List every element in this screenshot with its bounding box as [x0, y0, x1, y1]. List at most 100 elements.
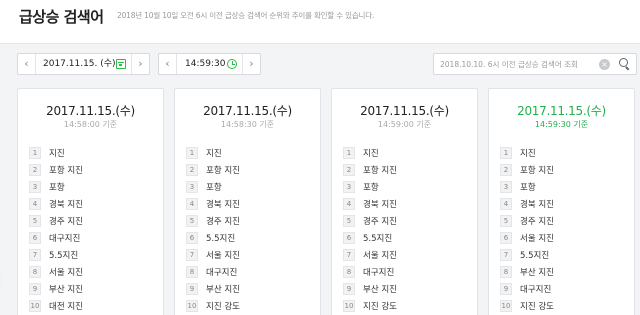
keyword-link[interactable]: 포항 지진 [520, 164, 554, 176]
keyword-link[interactable]: 부산 지진 [49, 283, 83, 295]
keyword-link[interactable]: 포항 [206, 181, 222, 193]
rank-badge: 7 [343, 249, 355, 261]
list-item[interactable]: 7 서울 지진 [186, 248, 314, 265]
keyword-link[interactable]: 지진 강도 [363, 300, 397, 312]
list-item[interactable]: 8 대구지진 [343, 265, 471, 282]
keyword-link[interactable]: 지진 강도 [206, 300, 240, 312]
list-item[interactable]: 9 부산 지진 [343, 282, 471, 299]
list-item[interactable]: 6 5.5지진 [343, 231, 471, 248]
list-item[interactable]: 8 대구지진 [186, 265, 314, 282]
keyword-link[interactable]: 서울 지진 [363, 249, 397, 261]
list-item[interactable]: 10 지진 강도 [343, 299, 471, 315]
keyword-link[interactable]: 대구지진 [49, 232, 80, 244]
time-prev-button[interactable]: ‹ [159, 54, 177, 74]
rank-badge: 3 [343, 181, 355, 193]
keyword-link[interactable]: 지진 [206, 147, 222, 159]
keyword-link[interactable]: 포항 [363, 181, 379, 193]
list-item[interactable]: 5 경주 지진 [186, 214, 314, 231]
keyword-link[interactable]: 경주 지진 [206, 215, 240, 227]
keyword-link[interactable]: 경주 지진 [49, 215, 83, 227]
list-item[interactable]: 10 지진 강도 [500, 299, 628, 315]
clear-icon[interactable]: × [599, 59, 610, 70]
search-icon[interactable] [619, 58, 629, 68]
keyword-link[interactable]: 부산 지진 [206, 283, 240, 295]
keyword-link[interactable]: 5.5지진 [520, 249, 549, 261]
list-item[interactable]: 2 포항 지진 [343, 163, 471, 180]
keyword-link[interactable]: 5.5지진 [363, 232, 392, 244]
list-item[interactable]: 2 포항 지진 [186, 163, 314, 180]
list-item[interactable]: 3 포항 [29, 180, 157, 197]
list-item[interactable]: 9 대구지진 [500, 282, 628, 299]
keyword-link[interactable]: 지진 강도 [520, 300, 554, 312]
search-input[interactable] [440, 57, 595, 71]
list-item[interactable]: 8 서울 지진 [29, 265, 157, 282]
list-item[interactable]: 9 부산 지진 [29, 282, 157, 299]
time-next-button[interactable]: › [242, 54, 260, 74]
keyword-link[interactable]: 대전 지진 [49, 300, 83, 312]
list-item[interactable]: 10 지진 강도 [186, 299, 314, 315]
list-item[interactable]: 3 포항 [343, 180, 471, 197]
keyword-link[interactable]: 경북 지진 [206, 198, 240, 210]
list-item[interactable]: 5 경주 지진 [29, 214, 157, 231]
list-item[interactable]: 5 경주 지진 [343, 214, 471, 231]
keyword-link[interactable]: 포항 지진 [49, 164, 83, 176]
keyword-link[interactable]: 경북 지진 [49, 198, 83, 210]
list-item[interactable]: 4 경북 지진 [500, 197, 628, 214]
list-item[interactable]: 4 경북 지진 [343, 197, 471, 214]
keyword-link[interactable]: 지진 [520, 147, 536, 159]
card-time: 14:59:00 기준 [377, 120, 432, 129]
list-item[interactable]: 2 포항 지진 [500, 163, 628, 180]
keyword-link[interactable]: 대구지진 [206, 266, 237, 278]
keyword-link[interactable]: 5.5지진 [49, 249, 78, 261]
list-item[interactable]: 6 5.5지진 [186, 231, 314, 248]
clock-icon[interactable] [227, 59, 237, 69]
rank-badge: 1 [500, 147, 512, 159]
keyword-link[interactable]: 부산 지진 [520, 266, 554, 278]
list-item[interactable]: 3 포항 [500, 180, 628, 197]
list-item[interactable]: 1 지진 [29, 146, 157, 163]
list-item[interactable]: 10 대전 지진 [29, 299, 157, 315]
date-value[interactable]: 2017.11.15. (수) [43, 54, 116, 74]
list-item[interactable]: 9 부산 지진 [186, 282, 314, 299]
list-item[interactable]: 4 경북 지진 [186, 197, 314, 214]
rank-badge: 5 [29, 215, 41, 227]
keyword-link[interactable]: 포항 지진 [363, 164, 397, 176]
rank-badge: 1 [29, 147, 41, 159]
keyword-link[interactable]: 포항 [520, 181, 536, 193]
calendar-icon[interactable] [116, 59, 126, 69]
list-item[interactable]: 6 대구지진 [29, 231, 157, 248]
list-item[interactable]: 1 지진 [343, 146, 471, 163]
list-item[interactable]: 8 부산 지진 [500, 265, 628, 282]
list-item[interactable]: 7 5.5지진 [500, 248, 628, 265]
keyword-link[interactable]: 부산 지진 [363, 283, 397, 295]
card-date: 2017.11.15.(수) [517, 104, 606, 118]
keyword-link[interactable]: 경주 지진 [363, 215, 397, 227]
keyword-link[interactable]: 대구지진 [363, 266, 394, 278]
keyword-link[interactable]: 지진 [363, 147, 379, 159]
list-item[interactable]: 3 포항 [186, 180, 314, 197]
list-item[interactable]: 7 5.5지진 [29, 248, 157, 265]
keyword-link[interactable]: 5.5지진 [206, 232, 235, 244]
list-item[interactable]: 6 서울 지진 [500, 231, 628, 248]
keyword-link[interactable]: 경북 지진 [363, 198, 397, 210]
keyword-link[interactable]: 경주 지진 [520, 215, 554, 227]
list-item[interactable]: 7 서울 지진 [343, 248, 471, 265]
keyword-link[interactable]: 대구지진 [520, 283, 551, 295]
list-item[interactable]: 2 포항 지진 [29, 163, 157, 180]
list-item[interactable]: 1 지진 [186, 146, 314, 163]
date-prev-button[interactable]: ‹ [18, 54, 36, 74]
keyword-link[interactable]: 지진 [49, 147, 65, 159]
keyword-link[interactable]: 포항 [49, 181, 65, 193]
time-value[interactable]: 14:59:30 [185, 54, 225, 74]
keyword-link[interactable]: 서울 지진 [206, 249, 240, 261]
chevron-left-icon[interactable]: ‹ [0, 272, 6, 302]
keyword-link[interactable]: 서울 지진 [49, 266, 83, 278]
list-item[interactable]: 1 지진 [500, 146, 628, 163]
list-item[interactable]: 4 경북 지진 [29, 197, 157, 214]
rank-badge: 9 [343, 283, 355, 295]
keyword-link[interactable]: 포항 지진 [206, 164, 240, 176]
date-next-button[interactable]: › [131, 54, 149, 74]
keyword-link[interactable]: 경북 지진 [520, 198, 554, 210]
list-item[interactable]: 5 경주 지진 [500, 214, 628, 231]
keyword-link[interactable]: 서울 지진 [520, 232, 554, 244]
